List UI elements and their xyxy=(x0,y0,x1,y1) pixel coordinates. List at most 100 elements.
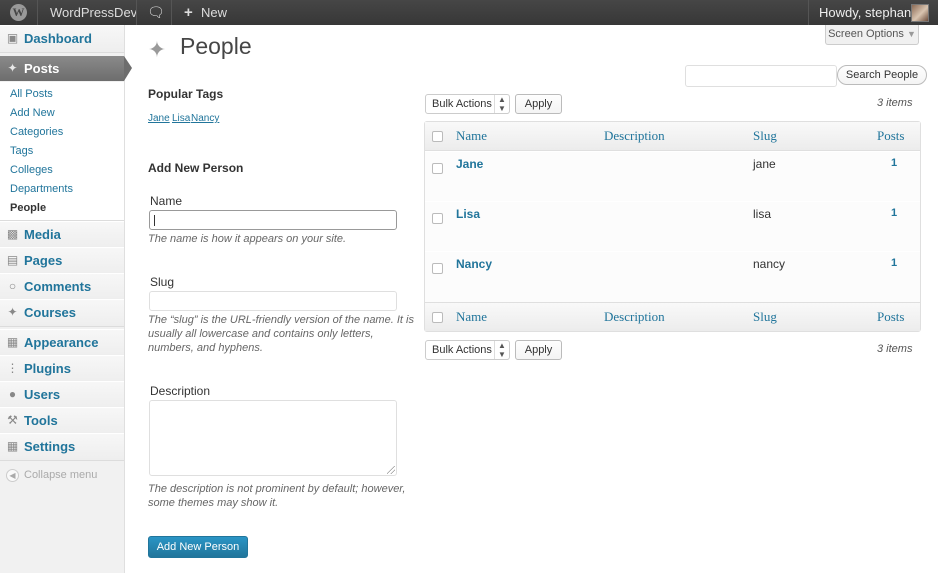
tag-link-jane[interactable]: Jane xyxy=(148,113,170,124)
column-footer-name[interactable]: Name xyxy=(456,303,487,331)
text-caret xyxy=(154,215,155,226)
submenu-add-new[interactable]: Add New xyxy=(10,106,55,120)
description-textarea[interactable] xyxy=(149,400,397,476)
sidebar-item-comments[interactable]: ○ Comments xyxy=(0,273,124,301)
slug-hint-line-3: numbers, and hyphens. xyxy=(148,342,263,354)
description-label: Description xyxy=(150,384,211,398)
select-arrows-icon: ▲ ▼ xyxy=(494,95,509,113)
items-count-bottom: 3 items xyxy=(877,343,913,355)
row-name-link[interactable]: Nancy xyxy=(456,257,492,271)
submenu-people[interactable]: People xyxy=(10,201,46,215)
chevron-down-icon: ▼ xyxy=(906,29,916,39)
divider xyxy=(37,0,38,25)
slug-label: Slug xyxy=(150,275,175,289)
submenu-all-posts[interactable]: All Posts xyxy=(10,87,53,101)
pushpin-icon: ✦ xyxy=(7,61,18,75)
appearance-icon: ▦ xyxy=(6,335,19,349)
pushpin-icon: ✦ xyxy=(147,37,167,62)
table-row: Jane jane 1 xyxy=(425,151,920,203)
sidebar-item-posts[interactable]: ✦ Posts xyxy=(0,56,124,81)
row-slug: jane xyxy=(753,157,776,171)
search-people-button[interactable]: Search People xyxy=(837,65,927,85)
column-footer-description[interactable]: Description xyxy=(604,303,665,331)
description-hint-line-1: The description is not prominent by defa… xyxy=(148,483,406,495)
sidebar-item-media[interactable]: ▩ Media xyxy=(0,221,124,249)
tools-icon: ⚒ xyxy=(7,413,18,427)
column-header-description[interactable]: Description xyxy=(604,122,665,150)
slug-hint-line-2: usually all lowercase and contains only … xyxy=(148,328,374,340)
column-header-posts[interactable]: Posts xyxy=(877,122,904,150)
screen-options-button[interactable]: Screen Options ▼ xyxy=(825,25,919,45)
sidebar-item-label: Dashboard xyxy=(24,31,92,46)
new-content-link[interactable]: New xyxy=(201,0,227,25)
slug-field[interactable] xyxy=(149,291,397,311)
table-header: Name Description Slug Posts xyxy=(425,122,920,151)
row-name-link[interactable]: Lisa xyxy=(456,207,480,221)
tag-link-lisa[interactable]: Lisa xyxy=(172,113,190,124)
admin-bar: W WordPressDev 🗨 + New Howdy, stephanie xyxy=(0,0,938,25)
sidebar-item-label: Settings xyxy=(24,439,76,454)
apply-button[interactable]: Apply xyxy=(515,94,562,114)
resize-grip-icon[interactable] xyxy=(387,466,395,474)
row-posts-count[interactable]: 1 xyxy=(891,207,897,219)
submenu-colleges[interactable]: Colleges xyxy=(10,163,53,177)
bulk-actions-select[interactable]: Bulk Actions ▲ ▼ xyxy=(425,94,510,114)
posts-submenu: All Posts Add New Categories Tags Colleg… xyxy=(0,82,124,221)
sidebar-item-settings[interactable]: ▦ Settings xyxy=(0,433,124,461)
sidebar-item-users[interactable]: ● Users xyxy=(0,381,124,409)
row-checkbox[interactable] xyxy=(432,163,443,174)
sidebar-item-plugins[interactable]: ⋮ Plugins xyxy=(0,355,124,383)
slug-hint-line-1: The “slug” is the URL-friendly version o… xyxy=(148,314,414,326)
name-label: Name xyxy=(150,194,183,208)
select-all-checkbox[interactable] xyxy=(432,131,443,142)
row-posts-count[interactable]: 1 xyxy=(891,157,897,169)
row-checkbox[interactable] xyxy=(432,263,443,274)
row-name-link[interactable]: Jane xyxy=(456,157,483,171)
site-name-link[interactable]: WordPressDev xyxy=(50,0,137,25)
bulk-actions-select-bottom[interactable]: Bulk Actions ▲ ▼ xyxy=(425,340,510,360)
search-input[interactable] xyxy=(685,65,837,87)
sidebar-item-label: Media xyxy=(24,227,61,242)
row-slug: lisa xyxy=(753,207,772,221)
submenu-tags[interactable]: Tags xyxy=(10,144,33,158)
avatar[interactable] xyxy=(911,4,929,22)
row-posts-count[interactable]: 1 xyxy=(891,257,897,269)
sidebar-item-tools[interactable]: ⚒ Tools xyxy=(0,407,124,435)
sidebar-item-courses[interactable]: ✦ Courses xyxy=(0,299,124,327)
apply-button-bottom[interactable]: Apply xyxy=(515,340,562,360)
row-checkbox[interactable] xyxy=(432,213,443,224)
divider xyxy=(136,0,137,25)
submenu-categories[interactable]: Categories xyxy=(10,125,63,139)
settings-icon: ▦ xyxy=(6,439,19,453)
howdy-user-menu[interactable]: Howdy, stephanie xyxy=(819,0,921,25)
bulk-actions-value: Bulk Actions xyxy=(432,98,492,110)
wordpress-logo-icon[interactable]: W xyxy=(10,4,27,21)
people-table: Name Description Slug Posts Jane jane 1 … xyxy=(424,121,921,332)
column-header-slug[interactable]: Slug xyxy=(753,122,777,150)
table-footer: Name Description Slug Posts xyxy=(425,302,920,331)
select-arrows-icon: ▲ ▼ xyxy=(494,341,509,359)
sidebar-item-label: Comments xyxy=(24,279,92,294)
current-menu-arrow xyxy=(124,56,132,81)
column-footer-slug[interactable]: Slug xyxy=(753,303,777,331)
select-all-checkbox[interactable] xyxy=(432,312,443,323)
name-field[interactable] xyxy=(149,210,397,230)
column-header-name[interactable]: Name xyxy=(456,122,487,150)
submenu-departments[interactable]: Departments xyxy=(10,182,73,196)
pages-icon: ▤ xyxy=(6,253,19,267)
page-title: People xyxy=(180,33,252,59)
sidebar-item-label: Users xyxy=(24,387,61,402)
sidebar-item-pages[interactable]: ▤ Pages xyxy=(0,247,124,275)
sidebar-item-label: Courses xyxy=(24,305,77,320)
items-count: 3 items xyxy=(877,97,913,109)
comments-icon[interactable]: 🗨 xyxy=(147,0,165,25)
column-footer-posts[interactable]: Posts xyxy=(877,303,904,331)
sidebar-item-appearance[interactable]: ▦ Appearance xyxy=(0,329,124,357)
comments-icon: ○ xyxy=(8,279,17,293)
collapse-menu-button[interactable]: ◀ Collapse menu xyxy=(0,460,124,490)
dashboard-icon: ▣ xyxy=(6,31,19,45)
tag-link-nancy[interactable]: Nancy xyxy=(191,113,219,124)
sidebar-item-dashboard[interactable]: ▣ Dashboard xyxy=(0,25,124,53)
add-new-person-button[interactable]: Add New Person xyxy=(148,536,248,558)
divider xyxy=(808,0,809,25)
